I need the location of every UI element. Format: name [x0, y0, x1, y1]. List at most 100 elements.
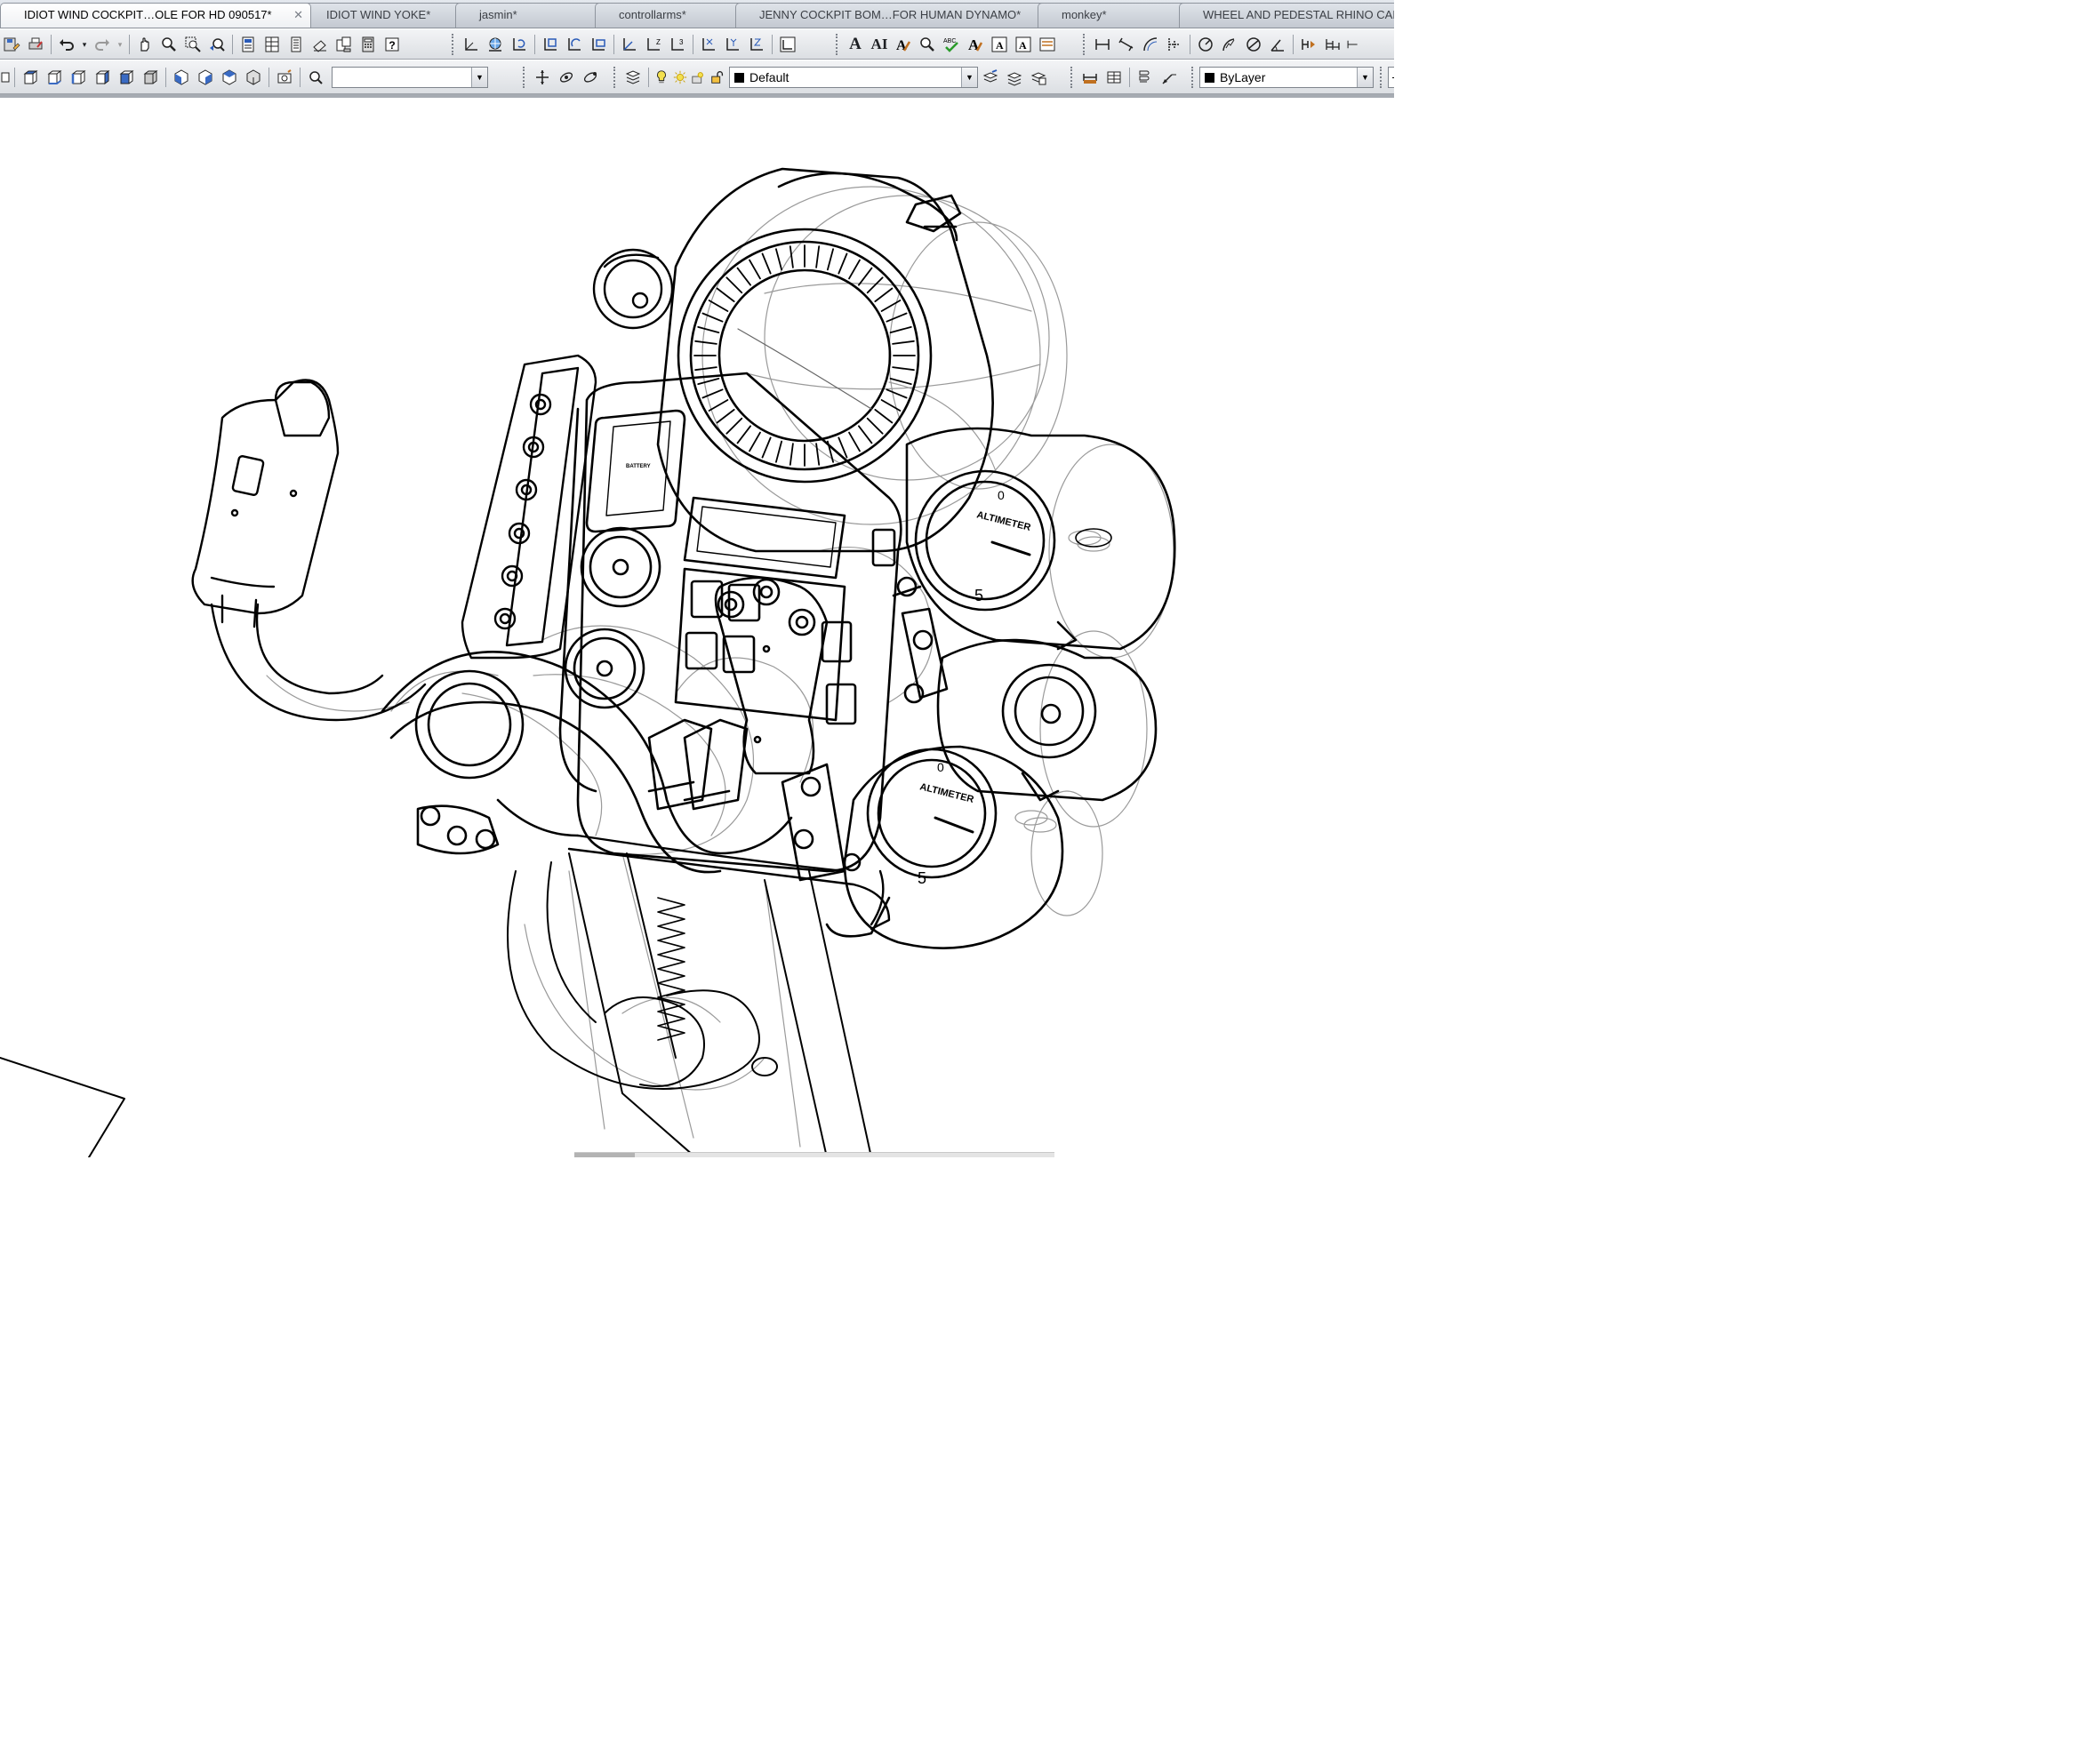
layer-unlock-icon[interactable] — [709, 66, 726, 89]
properties-icon[interactable] — [236, 33, 260, 56]
tab-monkey[interactable]: monkey* — [1038, 3, 1190, 28]
right-view-icon[interactable] — [91, 66, 114, 89]
tab-jenny-cockpit[interactable]: JENNY COCKPIT BOM…FOR HUMAN DYNAMO* — [735, 3, 1048, 28]
color-combo[interactable]: ByLayer ▼ — [1199, 67, 1374, 88]
dim-diameter-icon[interactable] — [1242, 33, 1265, 56]
left-view-icon[interactable] — [67, 66, 90, 89]
tab-controllarms[interactable]: controllarms* — [595, 3, 748, 28]
sheet-set-icon[interactable] — [333, 33, 356, 56]
multileader-style-icon[interactable] — [1134, 66, 1157, 89]
layer-on-icon[interactable] — [653, 66, 670, 89]
tab-wheel-and-pedestal[interactable]: WHEEL AND PEDESTAL RHINO CAD — [1179, 3, 1394, 28]
layer-properties-icon[interactable] — [621, 66, 645, 89]
drawing-viewport[interactable]: ALTIMETER 0 5 ALTIMETER 0 5 BATTERY — [0, 98, 1394, 1157]
zoom-previous-icon[interactable] — [205, 33, 228, 56]
named-view-combo[interactable]: ▼ — [332, 67, 488, 88]
ucs-icon[interactable] — [460, 33, 483, 56]
ucs-object-icon[interactable] — [563, 33, 586, 56]
layer-states-icon[interactable] — [1027, 66, 1050, 89]
pan-icon[interactable] — [133, 33, 156, 56]
help-icon[interactable]: ? — [381, 33, 404, 56]
ucs-apply-icon[interactable] — [776, 33, 799, 56]
ucs-face-icon[interactable] — [539, 33, 562, 56]
edit-text-icon[interactable]: A — [892, 33, 915, 56]
dimension-style-icon[interactable] — [1078, 66, 1102, 89]
dim-aligned-icon[interactable] — [1115, 33, 1138, 56]
dim-baseline-icon[interactable] — [1321, 33, 1344, 56]
ucs-zaxis-icon[interactable]: Z — [642, 33, 665, 56]
dim-ordinate-icon[interactable] — [1163, 33, 1186, 56]
front-view-icon[interactable] — [115, 66, 138, 89]
quick-calc-icon[interactable] — [357, 33, 380, 56]
design-center-icon[interactable] — [260, 33, 284, 56]
ucs-y-icon[interactable] — [721, 33, 744, 56]
dim-radius-icon[interactable] — [1194, 33, 1217, 56]
redo-dropdown-icon[interactable]: ▾ — [115, 33, 125, 56]
horizontal-scrollbar[interactable] — [574, 1152, 1054, 1157]
tool-palettes-icon[interactable] — [285, 33, 308, 56]
layer-combo[interactable]: Default ▼ — [729, 67, 978, 88]
cockpit-wireframe-model[interactable]: ALTIMETER 0 5 ALTIMETER 0 5 BATTERY — [0, 98, 1394, 1157]
scale-text-icon[interactable]: A — [988, 33, 1011, 56]
dial-bezel-tick — [761, 252, 772, 275]
chevron-down-icon[interactable]: ▼ — [471, 68, 487, 87]
linetype-combo[interactable] — [1388, 67, 1394, 88]
layer-previous-icon[interactable] — [1003, 66, 1026, 89]
layer-thaw-icon[interactable] — [671, 66, 689, 89]
find-text-icon[interactable] — [916, 33, 939, 56]
camera-icon[interactable] — [273, 66, 296, 89]
continuous-orbit-icon[interactable] — [579, 66, 602, 89]
dim-linear-icon[interactable] — [1091, 33, 1114, 56]
spell-check-icon[interactable]: ABC — [940, 33, 963, 56]
dim-continue-icon[interactable] — [1345, 33, 1359, 56]
redo-icon[interactable] — [91, 33, 114, 56]
table-style-icon[interactable] — [1102, 66, 1126, 89]
se-iso-view-icon[interactable] — [194, 66, 217, 89]
scrollbar-thumb[interactable] — [574, 1153, 635, 1157]
dim-quick-icon[interactable] — [1297, 33, 1320, 56]
top-view-icon[interactable] — [19, 66, 42, 89]
ucs-3point-icon[interactable]: 3 — [666, 33, 689, 56]
text-style-icon[interactable]: A — [964, 33, 987, 56]
ucs-world-icon[interactable] — [484, 33, 507, 56]
tab-jasmin[interactable]: jasmin* — [455, 3, 608, 28]
ucs-previous-icon[interactable] — [508, 33, 531, 56]
undo-dropdown-icon[interactable]: ▾ — [79, 33, 90, 56]
dim-jogged-icon[interactable] — [1218, 33, 1241, 56]
text-icon[interactable]: A — [844, 33, 867, 56]
tab-idiot-wind-cockpit[interactable]: IDIOT WIND COCKPIT…OLE FOR HD 090517* ✕ — [0, 3, 311, 28]
undo-icon[interactable] — [55, 33, 78, 56]
ucs-view-icon[interactable] — [587, 33, 610, 56]
close-tab-icon[interactable]: ✕ — [293, 4, 303, 27]
ne-iso-view-icon[interactable] — [218, 66, 241, 89]
ucs-z-icon[interactable] — [745, 33, 768, 56]
layer-vp-freeze-icon[interactable] — [690, 66, 708, 89]
save-as-icon[interactable] — [0, 33, 23, 56]
multileader-icon[interactable] — [1158, 66, 1181, 89]
dim-angular-icon[interactable] — [1266, 33, 1289, 56]
make-object-layer-current-icon[interactable] — [979, 66, 1002, 89]
zoom-window-icon[interactable] — [181, 33, 204, 56]
markup-icon[interactable] — [309, 33, 332, 56]
free-orbit-icon[interactable] — [555, 66, 578, 89]
tab-idiot-wind-yoke[interactable]: IDIOT WIND YOKE* — [302, 3, 471, 28]
named-views-icon[interactable] — [0, 66, 11, 89]
nw-iso-view-icon[interactable] — [242, 66, 265, 89]
chevron-down-icon[interactable]: ▼ — [1357, 68, 1373, 87]
sw-iso-view-icon[interactable] — [170, 66, 193, 89]
dim-arc-icon[interactable] — [1139, 33, 1162, 56]
ucs-origin-icon[interactable] — [618, 33, 641, 56]
justify-text-icon[interactable]: A — [1012, 33, 1035, 56]
named-view-icon[interactable] — [304, 66, 327, 89]
zoom-realtime-icon[interactable] — [157, 33, 180, 56]
multiline-text-icon[interactable]: AI — [868, 33, 891, 56]
orbit-icon[interactable] — [531, 66, 554, 89]
svg-text:A: A — [896, 38, 907, 53]
chevron-down-icon[interactable]: ▼ — [961, 68, 977, 87]
bottom-view-icon[interactable] — [43, 66, 66, 89]
ucs-x-icon[interactable] — [697, 33, 720, 56]
convert-space-icon[interactable] — [1036, 33, 1059, 56]
plot-icon[interactable] — [24, 33, 47, 56]
properties-toolbar: ByLayer ▼ — [1191, 66, 1394, 89]
back-view-icon[interactable] — [139, 66, 162, 89]
